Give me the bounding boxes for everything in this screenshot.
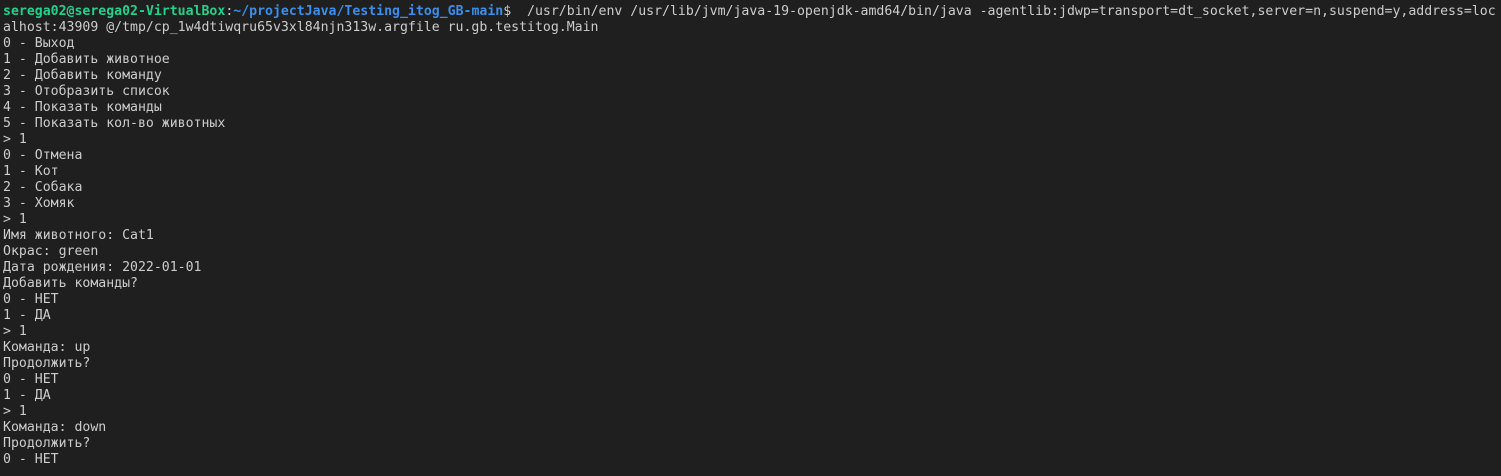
output-line: 3 - Отобразить список (3, 84, 170, 99)
output-line: 5 - Показать кол-во животных (3, 116, 226, 131)
output-line: alhost:43909 @/tmp/cp_1w4dtiwqru65v3xl84… (3, 20, 599, 35)
output-line: Команда: up (3, 340, 91, 355)
output-line: > 1 (3, 404, 27, 419)
output-line: 1 - ДА (3, 388, 51, 403)
output-line: 0 - Отмена (3, 148, 83, 163)
output-line: Добавить команды? (3, 276, 138, 291)
output-line: Имя животного: Cat1 (3, 228, 154, 243)
output-line: Дата рождения: 2022-01-01 (3, 260, 202, 275)
output-line: 4 - Показать команды (3, 100, 162, 115)
terminal-panel[interactable]: serega02@serega02-VirtualBox:~/projectJa… (0, 0, 1501, 476)
output-line: 1 - Добавить животное (3, 52, 170, 67)
output-line: 1 - ДА (3, 308, 51, 323)
output-line: Продолжить? (3, 436, 91, 451)
output-line: Команда: down (3, 420, 107, 435)
output-line: > 1 (3, 324, 27, 339)
prompt-line: serega02@serega02-VirtualBox:~/projectJa… (3, 4, 1496, 20)
output-line: Продолжить? (3, 356, 91, 371)
output-line: 0 - НЕТ (3, 452, 59, 467)
output-line: 0 - Выход (3, 36, 75, 51)
prompt-command: /usr/bin/env /usr/lib/jvm/java-19-openjd… (511, 4, 1496, 19)
output-line: 1 - Кот (3, 164, 59, 179)
output-line: 0 - НЕТ (3, 372, 59, 387)
output-line: 3 - Хомяк (3, 196, 75, 211)
output-line: 2 - Добавить команду (3, 68, 162, 83)
terminal-bottom-edge (0, 470, 1501, 476)
prompt-symbol: $ (503, 4, 512, 19)
prompt-path: ~/projectJava/Testing_itog_GB-main (233, 4, 504, 19)
output-line: 0 - НЕТ (3, 292, 59, 307)
output-line: 2 - Собака (3, 180, 83, 195)
output-line: > 1 (3, 132, 27, 147)
output-line: Окрас: green (3, 244, 99, 259)
output-line: > 1 (3, 212, 27, 227)
prompt-user-host: serega02@serega02-VirtualBox (3, 4, 226, 19)
